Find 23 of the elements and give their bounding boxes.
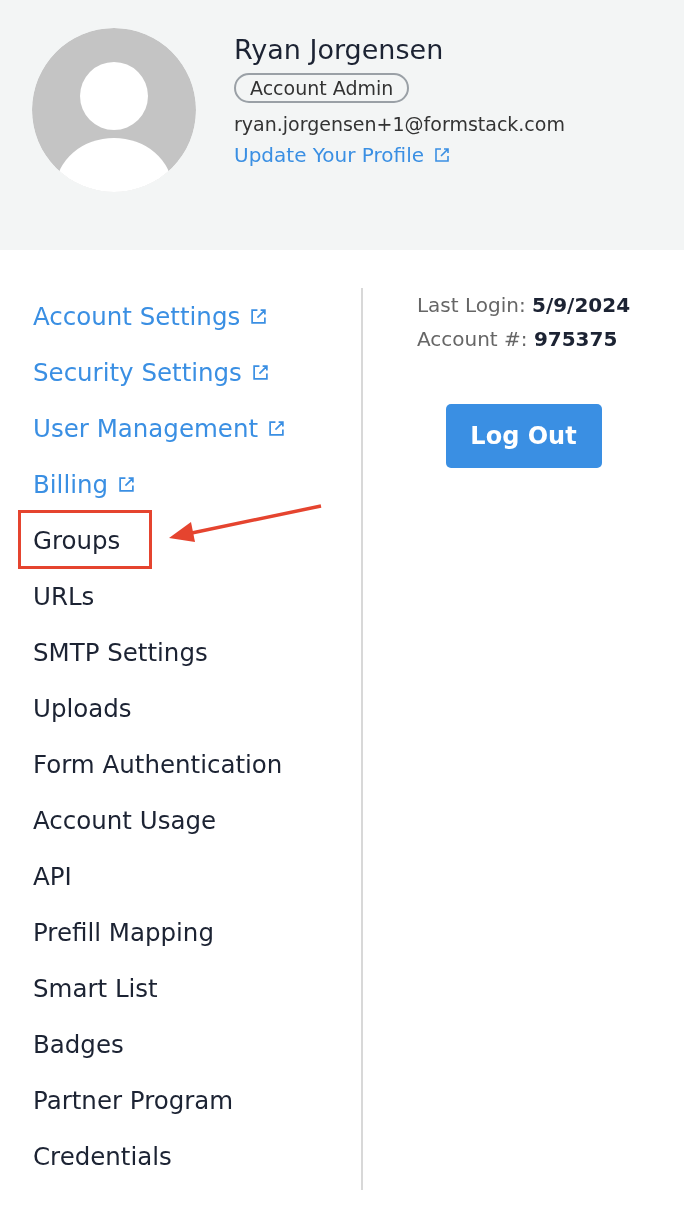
- menu-item[interactable]: URLs: [33, 581, 95, 611]
- menu-item[interactable]: Credentials: [33, 1141, 172, 1171]
- menu-item[interactable]: Uploads: [33, 693, 132, 723]
- external-link-icon: [268, 419, 286, 437]
- menu-item[interactable]: Account Usage: [33, 805, 217, 835]
- external-link-icon: [434, 147, 451, 163]
- external-link-icon: [251, 363, 269, 381]
- menu-item[interactable]: API: [33, 861, 72, 891]
- menu-item[interactable]: Prefill Mapping: [33, 917, 214, 947]
- external-link-icon: [250, 307, 268, 325]
- menu-item[interactable]: Groups: [33, 525, 121, 555]
- user-name: Ryan Jorgensen: [234, 34, 444, 65]
- role-badge: Account Admin: [234, 73, 410, 103]
- menu-item[interactable]: Smart List: [33, 973, 158, 1003]
- menu-item[interactable]: Partner Program: [33, 1085, 234, 1115]
- menu-item[interactable]: Form Authentication: [33, 749, 283, 779]
- account-info: Last Login: 5/9/2024: [416, 292, 631, 319]
- menu-item[interactable]: SMTP Settings: [33, 637, 208, 667]
- user-email: ryan.jorgensen+1@formstack.com: [234, 113, 565, 135]
- external-link-icon: [118, 475, 136, 493]
- menu-item[interactable]: Badges: [33, 1029, 124, 1059]
- account-info: Account #: 975375: [416, 326, 619, 353]
- avatar-icon: [32, 28, 196, 192]
